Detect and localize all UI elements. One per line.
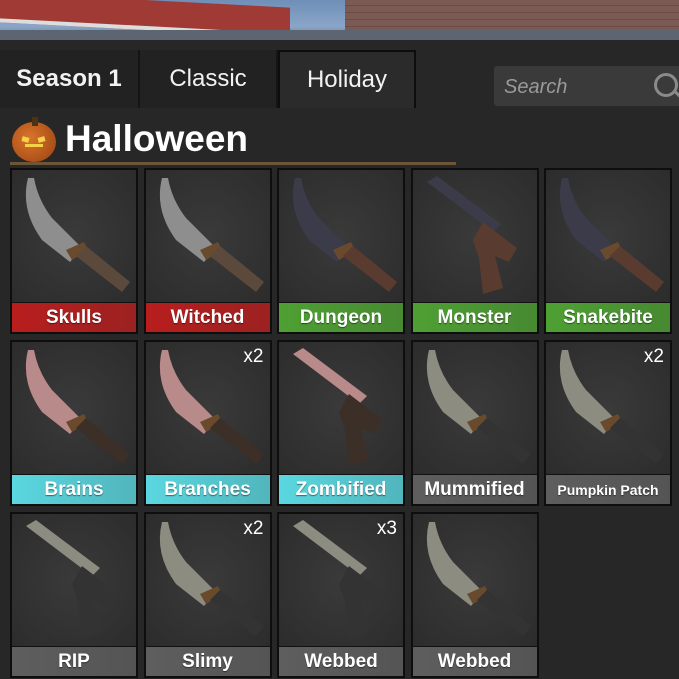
- item-count: x2: [243, 518, 264, 539]
- weapon-icon: [159, 178, 264, 292]
- item-name: Webbed: [279, 646, 403, 676]
- item-card[interactable]: RIP: [10, 512, 138, 678]
- item-name: RIP: [12, 646, 136, 676]
- weapon-icon: [292, 178, 397, 292]
- item-name: Webbed: [412, 646, 537, 676]
- tab-bar: Season 1 Classic Holiday: [0, 50, 679, 108]
- item-name: Witched: [145, 302, 270, 332]
- weapon-icon: [293, 348, 383, 466]
- item-count: x2: [643, 346, 664, 367]
- item-image: [279, 342, 403, 474]
- item-card[interactable]: Mummified: [410, 340, 539, 506]
- item-card[interactable]: Brains: [10, 340, 138, 506]
- item-card[interactable]: Snakebite: [544, 168, 672, 334]
- item-name: Snakebite: [546, 302, 670, 332]
- tab-label: Holiday: [306, 66, 388, 93]
- weapon-icon: [426, 176, 517, 294]
- search-icon[interactable]: [654, 73, 678, 97]
- item-image: [145, 170, 270, 302]
- item-card[interactable]: x3 Webbed: [277, 512, 405, 678]
- item-name: Brains: [12, 474, 136, 504]
- item-name: Zombified: [279, 474, 403, 504]
- item-count: x3: [376, 518, 397, 539]
- tab-label: Season 1: [16, 65, 122, 92]
- item-card[interactable]: x2 Branches: [143, 340, 272, 506]
- item-image: [12, 170, 136, 302]
- tab-classic[interactable]: Classic: [140, 50, 278, 108]
- pumpkin-icon: [12, 117, 56, 162]
- item-image: [412, 342, 537, 474]
- item-name: Branches: [145, 474, 270, 504]
- tab-season-1[interactable]: Season 1: [0, 50, 140, 108]
- item-card[interactable]: Zombified: [277, 340, 405, 506]
- item-name: Monster: [412, 302, 537, 332]
- tab-label: Classic: [169, 65, 247, 92]
- item-name: Dungeon: [279, 302, 403, 332]
- search-box: [494, 66, 679, 108]
- section-header: Halloween: [10, 117, 470, 166]
- item-name: Slimy: [145, 646, 270, 676]
- item-image: [12, 342, 136, 474]
- weapon-icon: [426, 350, 531, 464]
- item-card[interactable]: x2 Pumpkin Patch: [544, 340, 672, 506]
- section-title: Halloween: [65, 118, 248, 159]
- item-card[interactable]: Webbed: [410, 512, 539, 678]
- item-card[interactable]: Witched: [143, 168, 272, 334]
- item-card[interactable]: x2 Slimy: [143, 512, 272, 678]
- weapon-icon: [559, 178, 664, 292]
- item-card[interactable]: Dungeon: [277, 168, 405, 334]
- item-image: [12, 514, 136, 646]
- item-name: Pumpkin Patch: [546, 474, 670, 504]
- item-name: Mummified: [412, 474, 537, 504]
- tab-holiday[interactable]: Holiday: [278, 50, 416, 108]
- search-input[interactable]: [502, 66, 646, 108]
- inventory-panel: Season 1 Classic Holiday Halloween Skull…: [0, 40, 679, 679]
- item-image: [412, 170, 537, 302]
- item-name: Skulls: [12, 302, 136, 332]
- weapon-icon: [25, 350, 130, 464]
- item-image: [412, 514, 537, 646]
- weapon-icon: [26, 520, 116, 638]
- weapon-icon: [25, 178, 130, 292]
- section-divider: [10, 162, 456, 165]
- item-image: [546, 170, 670, 302]
- item-count: x2: [243, 346, 264, 367]
- weapon-icon: [426, 522, 531, 636]
- game-world-backdrop: [0, 0, 679, 44]
- item-card[interactable]: Skulls: [10, 168, 138, 334]
- item-image: [279, 170, 403, 302]
- item-card[interactable]: Monster: [410, 168, 539, 334]
